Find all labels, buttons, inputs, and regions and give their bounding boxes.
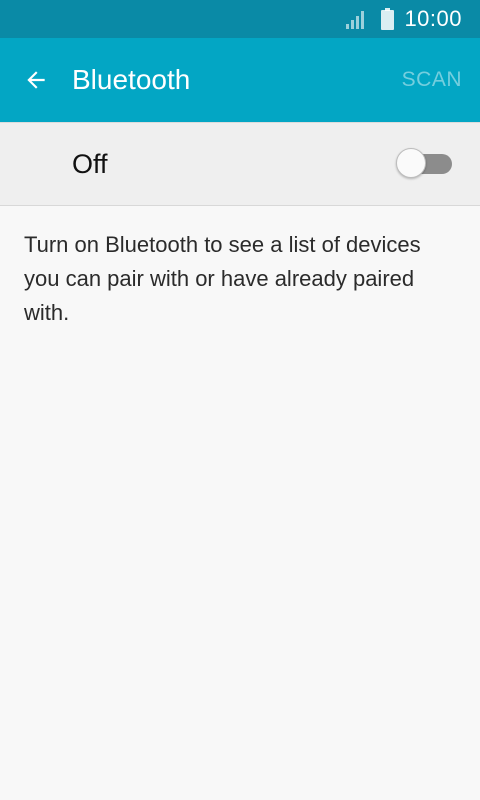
back-button[interactable]: [14, 58, 58, 102]
bluetooth-description: Turn on Bluetooth to see a list of devic…: [24, 232, 421, 325]
status-clock: 10:00: [404, 6, 462, 31]
switch-thumb: [396, 148, 426, 178]
signal-icon: [345, 9, 367, 29]
battery-icon: [381, 8, 395, 30]
app-bar: Bluetooth SCAN: [0, 38, 480, 122]
status-indicators: 10:00: [345, 0, 462, 38]
bluetooth-switch[interactable]: [396, 148, 452, 178]
toggle-label: Off: [72, 149, 108, 179]
bluetooth-toggle-row[interactable]: Off: [0, 122, 480, 206]
arrow-back-icon: [27, 71, 45, 89]
scan-button[interactable]: SCAN: [402, 38, 462, 122]
status-bar: 10:00: [0, 0, 480, 38]
page-title: Bluetooth: [72, 64, 191, 95]
